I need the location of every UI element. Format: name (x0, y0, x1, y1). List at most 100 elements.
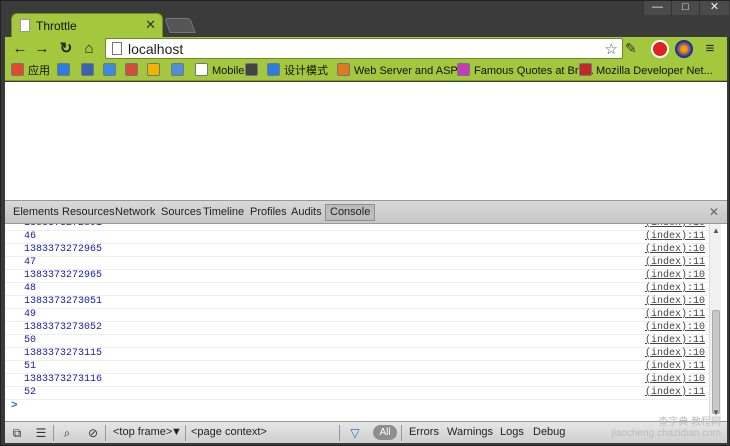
bookmark-favicon-icon (267, 63, 280, 76)
tab-sources[interactable]: Sources (161, 206, 201, 218)
bookmark-item[interactable]: 设计模式 (267, 63, 328, 79)
tab-timeline[interactable]: Timeline (203, 206, 244, 218)
maximize-button[interactable]: □ (671, 1, 699, 15)
filter-logs[interactable]: Logs (500, 426, 524, 438)
devtools-panel: Elements Resources Network Sources Timel… (5, 200, 727, 421)
clear-console-icon[interactable]: ⊘ (85, 425, 101, 441)
close-devtools-icon[interactable]: ✕ (709, 205, 719, 219)
back-icon[interactable]: ← (11, 40, 29, 58)
context-select[interactable]: <page context> (191, 426, 267, 438)
tab-elements[interactable]: Elements (13, 206, 59, 218)
console-source-link[interactable]: (index):11 (645, 335, 705, 347)
console-source-link[interactable]: (index):11 (645, 257, 705, 269)
console-message: 1383373272965 (24, 270, 103, 281)
console-source-link[interactable]: (index):11 (645, 283, 705, 295)
bookmark-item[interactable]: Famous Quotes at Bra... (457, 63, 594, 79)
bookmark-item[interactable] (103, 63, 120, 79)
divider (339, 425, 340, 441)
console-source-link[interactable]: (index):10 (645, 224, 705, 230)
filter-warnings[interactable]: Warnings (447, 426, 493, 438)
console-source-link[interactable]: (index):10 (645, 348, 705, 360)
minimize-button[interactable]: — (643, 1, 671, 15)
url-text[interactable]: localhost (128, 41, 183, 57)
browser-tab[interactable]: Throttle ✕ (11, 13, 163, 37)
console-message: 48 (24, 283, 37, 294)
bookmark-label: 应用 (28, 65, 50, 77)
console-row: 1383373272965 (index):10 (5, 270, 709, 283)
tab-resources[interactable]: Resources (62, 206, 115, 218)
console-source-link[interactable]: (index):10 (645, 296, 705, 308)
page-info-icon[interactable] (112, 42, 122, 55)
watermark: 查字典 教程网 jiaocheng.chazidian.com (611, 417, 721, 439)
console-row: 46 (index):11 (5, 231, 709, 244)
console-source-link[interactable]: (index):10 (645, 270, 705, 282)
bookmark-item[interactable]: Mozilla Developer Net... (579, 63, 713, 79)
chevron-down-icon[interactable]: ▼ (171, 426, 182, 438)
filter-icon[interactable]: ▽ (347, 425, 363, 441)
divider (185, 425, 186, 441)
bookmark-item[interactable] (57, 63, 74, 79)
frame-select[interactable]: <top frame> (113, 426, 172, 438)
divider (401, 425, 402, 441)
close-window-button[interactable]: ✕ (699, 1, 729, 15)
console-row: 48 (index):11 (5, 283, 709, 296)
new-tab-button[interactable] (164, 18, 196, 33)
devtools-statusbar: ⧉ ☰ ⌕ ⊘ <top frame> ▼ <page context> ▽ A… (5, 417, 727, 443)
bookmark-star-icon[interactable]: ☆ (605, 40, 618, 58)
close-tab-icon[interactable]: ✕ (145, 17, 156, 33)
color-extension-icon[interactable] (675, 40, 693, 58)
bookmark-item[interactable] (125, 63, 142, 79)
bookmark-label: Web Server and ASP.... (354, 65, 469, 77)
home-icon[interactable]: ⌂ (80, 40, 98, 58)
console-scrollbar[interactable]: ▲ ▼ (709, 224, 721, 420)
tab-strip: Throttle ✕ — □ ✕ (1, 1, 730, 37)
bookmark-item[interactable] (245, 63, 262, 79)
tab-network[interactable]: Network (115, 206, 155, 218)
bookmark-favicon-icon (457, 63, 470, 76)
console-source-link[interactable]: (index):11 (645, 231, 705, 243)
forward-icon[interactable]: → (33, 40, 51, 58)
bookmark-item[interactable] (81, 63, 98, 79)
record-extension-icon[interactable] (651, 40, 669, 58)
console-source-link[interactable]: (index):10 (645, 322, 705, 334)
bookmark-item[interactable] (147, 63, 164, 79)
console-source-link[interactable]: (index):10 (645, 374, 705, 386)
bookmark-label: Mozilla Developer Net... (596, 65, 713, 77)
console-row: 52 (index):11 (5, 387, 709, 400)
show-drawer-icon[interactable]: ☰ (33, 425, 49, 441)
console-row: 1383373273115 (index):10 (5, 348, 709, 361)
menu-icon[interactable]: ≡ (701, 40, 719, 58)
search-icon[interactable]: ⌕ (59, 425, 75, 441)
reload-icon[interactable]: ↻ (57, 40, 75, 58)
bookmark-item[interactable]: 应用 (11, 63, 50, 79)
tab-console[interactable]: Console (325, 204, 376, 221)
tab-audits[interactable]: Audits (291, 206, 322, 218)
bookmark-label: 设计模式 (284, 65, 328, 77)
console-source-link[interactable]: (index):11 (645, 309, 705, 321)
tab-profiles[interactable]: Profiles (250, 206, 287, 218)
filter-all-button[interactable]: All (373, 425, 397, 440)
bookmark-item[interactable]: Web Server and ASP.... (337, 63, 469, 79)
filter-errors[interactable]: Errors (409, 426, 439, 438)
page-content (5, 82, 727, 200)
bookmark-favicon-icon (125, 63, 138, 76)
console-message: 47 (24, 257, 37, 268)
address-bar[interactable]: localhost ☆ (105, 38, 623, 59)
console-source-link[interactable]: (index):11 (645, 361, 705, 373)
bookmark-item[interactable] (171, 63, 188, 79)
eyedropper-icon[interactable]: ✎ (625, 40, 643, 58)
filter-debug[interactable]: Debug (533, 426, 565, 438)
bookmark-item[interactable]: Mobile (195, 63, 244, 79)
console-message: 1383373273051 (24, 296, 103, 307)
scroll-down-icon[interactable]: ▼ (712, 408, 720, 417)
scroll-up-icon[interactable]: ▲ (712, 226, 720, 235)
console-source-link[interactable]: (index):10 (645, 244, 705, 256)
page-icon (20, 19, 30, 32)
console-prompt[interactable]: > (11, 399, 17, 411)
console-source-link[interactable]: (index):11 (645, 387, 705, 399)
console-row: 1383373273051 (index):10 (5, 296, 709, 309)
dock-icon[interactable]: ⧉ (9, 425, 25, 441)
bookmark-favicon-icon (57, 63, 70, 76)
console-row: 1383373273116 (index):10 (5, 374, 709, 387)
scrollbar-thumb[interactable] (712, 310, 720, 414)
